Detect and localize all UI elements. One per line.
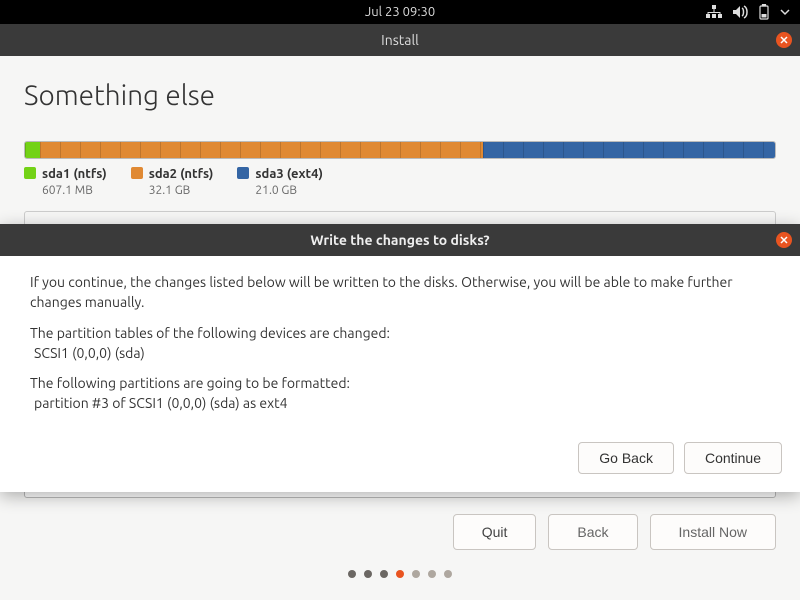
confirm-dialog: Write the changes to disks? If you conti…: [0, 224, 800, 492]
step-dot: [364, 570, 372, 578]
step-dot: [412, 570, 420, 578]
window-title: Install: [381, 32, 419, 48]
step-dot: [428, 570, 436, 578]
step-dot: [348, 570, 356, 578]
dialog-text: partition #3 of SCSI1 (0,0,0) (sda) as e…: [30, 395, 288, 411]
legend-size: 607.1 MB: [42, 184, 93, 197]
wizard-buttons: Quit Back Install Now: [453, 514, 776, 550]
dialog-title: Write the changes to disks?: [310, 232, 489, 248]
partition-segment-sda3[interactable]: [483, 142, 776, 158]
legend-item: sda2 (ntfs) 32.1 GB: [131, 165, 214, 197]
window-titlebar: Install: [0, 24, 800, 56]
battery-icon[interactable]: [758, 4, 770, 20]
swatch-icon: [24, 167, 36, 179]
legend-name: sda1 (ntfs): [42, 167, 107, 181]
go-back-button[interactable]: Go Back: [578, 442, 674, 474]
back-button[interactable]: Back: [548, 514, 637, 550]
progress-indicator: [0, 570, 800, 578]
dialog-titlebar: Write the changes to disks?: [0, 224, 800, 256]
network-icon[interactable]: [706, 5, 722, 19]
dialog-text: If you continue, the changes listed belo…: [30, 272, 770, 313]
step-dot: [396, 570, 404, 578]
legend-name: sda3 (ext4): [255, 167, 323, 181]
close-button[interactable]: [776, 32, 792, 48]
legend-size: 32.1 GB: [149, 184, 191, 197]
dialog-text: SCSI1 (0,0,0) (sda): [30, 345, 145, 361]
dialog-buttons: Go Back Continue: [0, 442, 800, 492]
main-content: Something else sda1 (ntfs) 607.1 MB sda2…: [0, 56, 800, 235]
top-panel: Jul 23 09:30: [0, 0, 800, 24]
quit-button[interactable]: Quit: [453, 514, 537, 550]
partition-segment-sda1[interactable]: [25, 142, 40, 158]
partition-legend: sda1 (ntfs) 607.1 MB sda2 (ntfs) 32.1 GB…: [24, 165, 776, 197]
dialog-close-button[interactable]: [776, 232, 792, 248]
legend-item: sda1 (ntfs) 607.1 MB: [24, 165, 107, 197]
swatch-icon: [237, 167, 249, 179]
dialog-text: The partition tables of the following de…: [30, 325, 390, 341]
disk-usage-bar: [24, 141, 776, 159]
step-dot: [444, 570, 452, 578]
legend-name: sda2 (ntfs): [149, 167, 214, 181]
partition-segment-sda2[interactable]: [40, 142, 483, 158]
clock[interactable]: Jul 23 09:30: [365, 5, 435, 19]
system-tray: [706, 0, 790, 24]
volume-icon[interactable]: [732, 5, 748, 19]
continue-button[interactable]: Continue: [684, 442, 782, 474]
legend-item: sda3 (ext4) 21.0 GB: [237, 165, 323, 197]
dialog-body: If you continue, the changes listed belo…: [0, 256, 800, 442]
dialog-text: The following partitions are going to be…: [30, 375, 350, 391]
legend-size: 21.0 GB: [255, 184, 297, 197]
step-dot: [380, 570, 388, 578]
page-title: Something else: [24, 80, 776, 111]
chevron-down-icon[interactable]: [780, 7, 790, 17]
install-now-button[interactable]: Install Now: [650, 514, 776, 550]
swatch-icon: [131, 167, 143, 179]
